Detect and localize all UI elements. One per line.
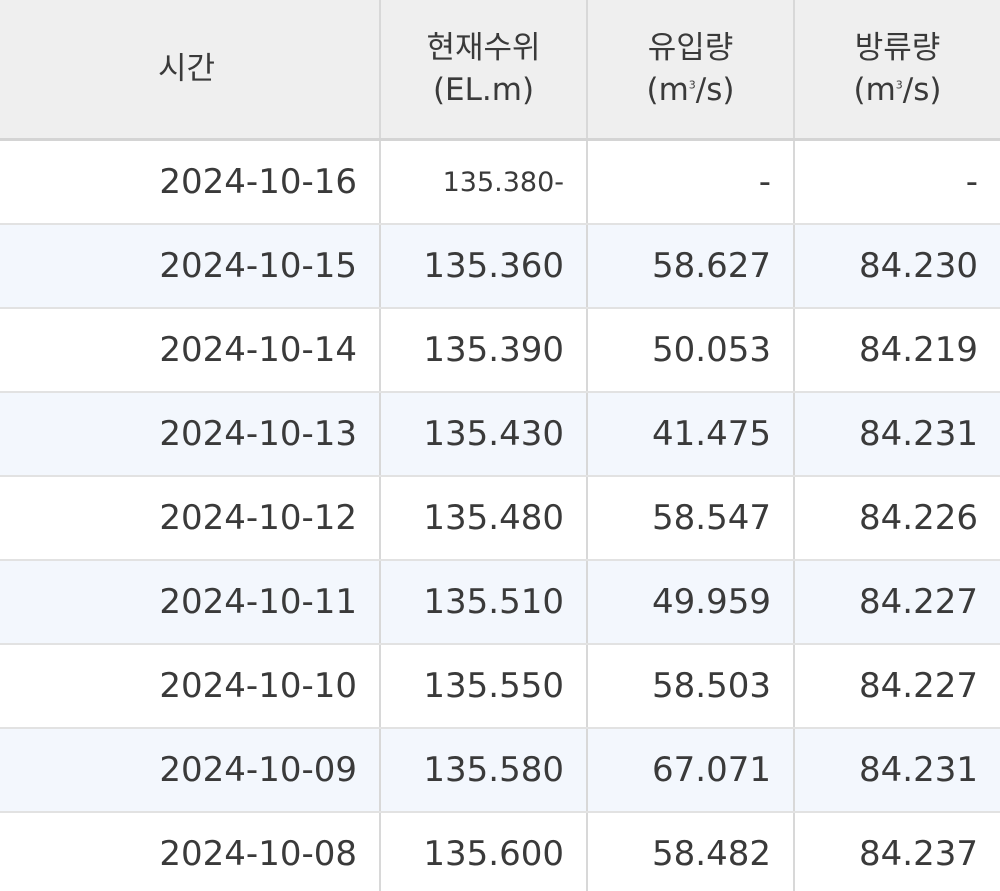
- table-row: 2024-10-11 135.510 49.959 84.227: [0, 560, 1000, 645]
- cell-outflow: 84.230: [794, 224, 1000, 309]
- cell-time: 2024-10-15: [0, 224, 381, 309]
- header-water-level-unit: (EL.m): [432, 72, 535, 108]
- table-row: 2024-10-14 135.390 50.053 84.219: [0, 308, 1000, 393]
- dam-data-table: 시간 현재수위 (EL.m) 유입량 (m3/s) 방류량 (m3/s) 202…: [0, 0, 1000, 891]
- cell-inflow: 58.627: [587, 224, 795, 309]
- header-time-label: 시간: [158, 51, 216, 87]
- cell-time: 2024-10-08: [0, 812, 381, 891]
- header-inflow-unit: (m3/s): [588, 69, 793, 111]
- cell-outflow: 84.237: [794, 812, 1000, 891]
- header-inflow-unit-sup: 3: [688, 78, 696, 92]
- cell-water-level: 135.550: [380, 644, 588, 729]
- table-row: 2024-10-12 135.480 58.547 84.226: [0, 476, 1000, 561]
- cell-water-level: 135.480: [380, 476, 588, 561]
- cell-water-level: 135.360: [380, 224, 588, 309]
- table-row: 2024-10-10 135.550 58.503 84.227: [0, 644, 1000, 729]
- table-row: 2024-10-09 135.580 67.071 84.231: [0, 728, 1000, 813]
- header-row: 시간 현재수위 (EL.m) 유입량 (m3/s) 방류량 (m3/s): [0, 0, 1000, 141]
- table-row: 2024-10-13 135.430 41.475 84.231: [0, 392, 1000, 477]
- cell-water-level: 135.390: [380, 308, 588, 393]
- cell-water-level: 135.510: [380, 560, 588, 645]
- cell-outflow: 84.226: [794, 476, 1000, 561]
- header-outflow-unit-post: /s): [902, 72, 942, 108]
- cell-water-level: 135.600: [380, 812, 588, 891]
- header-outflow: 방류량 (m3/s): [794, 0, 1000, 141]
- cell-inflow: 58.547: [587, 476, 795, 561]
- table-row: 2024-10-15 135.360 58.627 84.230: [0, 224, 1000, 309]
- table-row: 2024-10-16 135.380- - -: [0, 139, 1000, 225]
- cell-outflow: -: [794, 139, 1000, 225]
- table-row: 2024-10-08 135.600 58.482 84.237: [0, 812, 1000, 891]
- header-time: 시간: [0, 0, 381, 141]
- cell-outflow: 84.219: [794, 308, 1000, 393]
- cell-outflow: 84.231: [794, 392, 1000, 477]
- header-water-level: 현재수위 (EL.m): [380, 0, 588, 141]
- header-outflow-unit-sup: 3: [895, 78, 903, 92]
- cell-water-level: 135.430: [380, 392, 588, 477]
- header-inflow-label: 유입량: [647, 30, 734, 66]
- cell-inflow: -: [587, 139, 795, 225]
- header-inflow-unit-pre: (m: [646, 72, 689, 108]
- table-body: 2024-10-16 135.380- - - 2024-10-15 135.3…: [0, 139, 1000, 891]
- cell-inflow: 41.475: [587, 392, 795, 477]
- cell-inflow: 67.071: [587, 728, 795, 813]
- cell-inflow: 50.053: [587, 308, 795, 393]
- header-outflow-label: 방류량: [854, 30, 941, 66]
- header-water-level-label: 현재수위: [426, 30, 541, 66]
- cell-time: 2024-10-14: [0, 308, 381, 393]
- cell-inflow: 58.482: [587, 812, 795, 891]
- cell-time: 2024-10-16: [0, 139, 381, 225]
- cell-time: 2024-10-10: [0, 644, 381, 729]
- header-inflow: 유입량 (m3/s): [587, 0, 795, 141]
- cell-outflow: 84.227: [794, 644, 1000, 729]
- cell-water-level: 135.380-: [380, 139, 588, 225]
- header-outflow-unit-pre: (m: [853, 72, 896, 108]
- cell-time: 2024-10-09: [0, 728, 381, 813]
- cell-outflow: 84.227: [794, 560, 1000, 645]
- cell-inflow: 49.959: [587, 560, 795, 645]
- table-header: 시간 현재수위 (EL.m) 유입량 (m3/s) 방류량 (m3/s): [0, 0, 1000, 141]
- cell-inflow: 58.503: [587, 644, 795, 729]
- cell-water-level: 135.580: [380, 728, 588, 813]
- cell-time: 2024-10-13: [0, 392, 381, 477]
- cell-time: 2024-10-12: [0, 476, 381, 561]
- header-inflow-unit-post: /s): [695, 72, 735, 108]
- header-outflow-unit: (m3/s): [795, 69, 1000, 111]
- cell-time: 2024-10-11: [0, 560, 381, 645]
- cell-outflow: 84.231: [794, 728, 1000, 813]
